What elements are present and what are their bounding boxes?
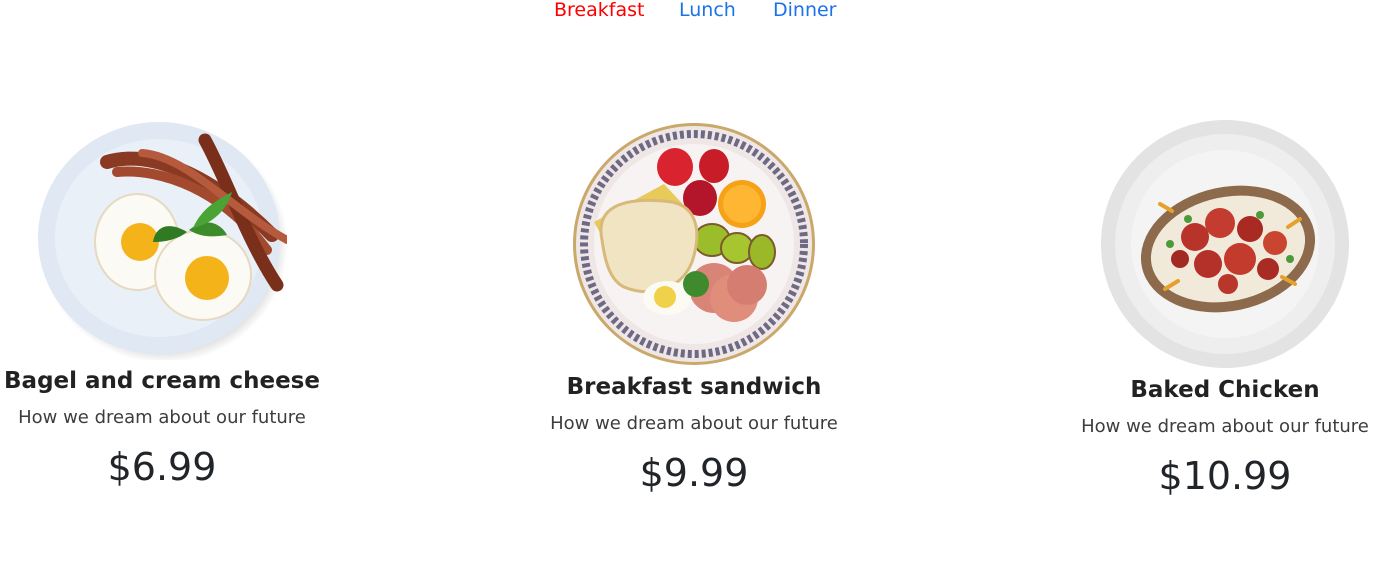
bread-fruit-plate-image: [573, 123, 815, 365]
item-title: Bagel and cream cheese: [4, 368, 320, 394]
menu-card: Bagel and cream cheese How we dream abou…: [2, 120, 322, 490]
item-description: How we dream about our future: [550, 413, 838, 434]
item-price: $9.99: [639, 451, 749, 495]
tab-breakfast[interactable]: Breakfast: [554, 0, 644, 22]
bacon-and-eggs-image: [38, 122, 287, 360]
item-title: Breakfast sandwich: [566, 374, 822, 400]
tab-lunch[interactable]: Lunch: [679, 0, 736, 22]
item-price: $6.99: [107, 445, 217, 489]
item-description: How we dream about our future: [18, 407, 306, 428]
menu-card: Baked Chicken How we dream about our fut…: [1065, 119, 1385, 499]
item-price: $10.99: [1158, 454, 1292, 498]
item-title: Baked Chicken: [1130, 377, 1320, 403]
menu-card: Breakfast sandwich How we dream about ou…: [534, 122, 854, 496]
tab-dinner[interactable]: Dinner: [773, 0, 837, 22]
item-description: How we dream about our future: [1081, 416, 1369, 437]
menu-tabs: Breakfast Lunch Dinner: [0, 0, 1397, 24]
loaded-baked-potato-image: [1101, 120, 1349, 368]
